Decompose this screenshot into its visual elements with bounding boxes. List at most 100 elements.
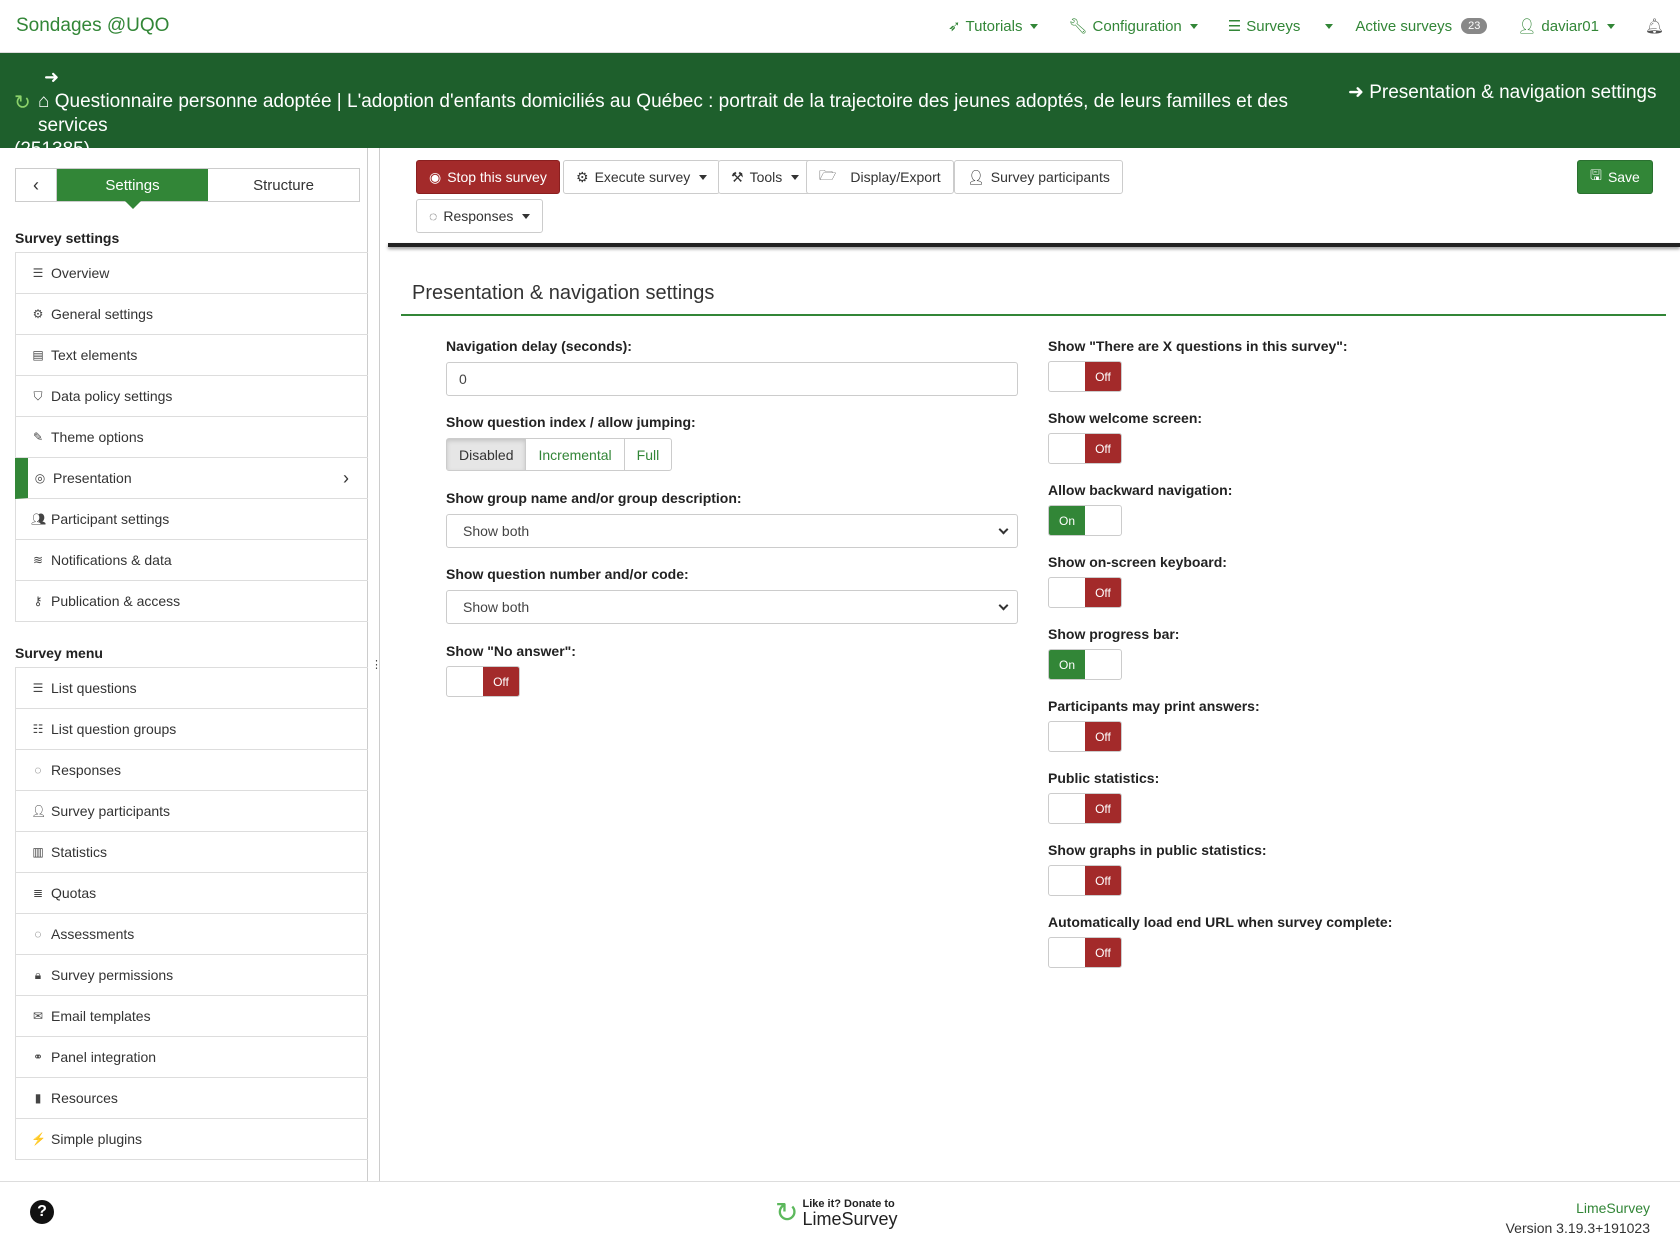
caret-down-icon [1606,23,1615,29]
donate-link[interactable]: ↻ Like it? Donate to LimeSurvey [775,1196,898,1229]
nav-configuration[interactable]: 🔧︎ Configuration [1068,17,1198,35]
version-text: Version 3.19.3+191023 [1505,1220,1650,1236]
sidebar-item-label: Quotas [51,885,97,901]
tools-icon: ⚒ [731,168,744,185]
sidebar-item-list-question-groups[interactable]: ☷ List question groups [15,709,369,750]
question-index-label: Show question index / allow jumping: [446,414,696,430]
group-name-select[interactable]: Show both [446,514,1018,548]
progress-bar-label: Show progress bar: [1048,626,1180,642]
responses-label: Responses [443,208,514,224]
navigation-delay-label: Navigation delay (seconds): [446,338,632,354]
nav-surveys[interactable]: ☰ Surveys [1227,17,1301,36]
chevron-left-icon[interactable]: ‹ [16,169,57,201]
home-icon[interactable]: ⌂ [38,91,49,112]
bell-icon[interactable]: 🔔︎ [1645,17,1664,35]
onscreen-keyboard-toggle[interactable]: Off [1048,577,1122,608]
comments-icon: ◌ [429,208,438,224]
caret-down-icon [1189,23,1198,29]
tab-settings[interactable]: Settings [57,169,208,209]
sidebar-item-statistics[interactable]: ▥ Statistics [15,832,369,873]
execute-survey-button[interactable]: ⚙ Execute survey [563,160,721,194]
sidebar-item-assessments[interactable]: ◌ Assessments [15,914,369,955]
chevron-down-icon [998,524,1009,535]
sidebar-item-data-policy[interactable]: ⛉ Data policy settings [15,376,369,417]
product-link[interactable]: LimeSurvey [1506,1198,1650,1218]
public-statistics-toggle[interactable]: Off [1048,793,1122,824]
chevron-down-icon [998,600,1009,611]
users-icon: 👥︎ [31,512,47,526]
sidebar-item-general-settings[interactable]: ⚙ General settings [15,294,369,335]
list-icon: ☰ [1227,18,1242,35]
sidebar-item-label: Simple plugins [51,1131,143,1147]
public-graphs-toggle[interactable]: Off [1048,865,1122,896]
sidebar-item-list-questions[interactable]: ☰ List questions [15,668,369,709]
sidebar-item-label: Survey permissions [51,967,174,983]
stop-survey-button[interactable]: ◉ Stop this survey [416,160,560,194]
user-icon: 👤︎ [31,804,47,818]
nav-tutorials-label: Tutorials [965,17,1023,35]
survey-title[interactable]: Questionnaire personne adoptée | L'adopt… [38,91,1288,136]
sidebar-item-presentation[interactable]: ◎ Presentation › [15,458,369,499]
display-export-button[interactable]: 🗁 Display/Export [806,160,954,194]
sidebar-item-label: Presentation [53,470,132,486]
lock-icon: 🔒︎ [34,967,42,982]
nav-active-surveys-label: Active surveys [1355,17,1453,35]
caret-down-icon [1325,23,1334,29]
nav-surveys-label: Surveys [1246,17,1301,35]
caret-down-icon [699,174,708,180]
autoload-end-url-label: Automatically load end URL when survey c… [1048,914,1393,930]
sidebar-item-publication[interactable]: ⚷ Publication & access [15,581,369,622]
sidebar-item-resources[interactable]: ▮ Resources [15,1078,369,1119]
sidebar-item-participant-settings[interactable]: 👥︎ Participant settings [15,499,369,540]
toggle-state: Off [1085,722,1121,751]
sidebar-item-label: Email templates [51,1008,151,1024]
tab-structure[interactable]: Structure [208,169,359,201]
question-index-option-incremental[interactable]: Incremental [526,439,625,470]
sidebar-item-responses[interactable]: ◌ Responses [15,750,369,791]
nav-active-surveys[interactable]: Active surveys 23 [1355,17,1488,35]
sidebar-item-survey-participants[interactable]: 👤︎ Survey participants [15,791,369,832]
responses-button[interactable]: ◌ Responses [416,199,544,233]
sidebar-item-label: Assessments [51,926,135,942]
sidebar-item-panel-integration[interactable]: ⚭ Panel integration [15,1037,369,1078]
sidebar-item-survey-permissions[interactable]: 🔒︎ Survey permissions [15,955,369,996]
save-button[interactable]: 🖫 Save [1577,160,1653,194]
sidebar-item-overview[interactable]: ☰ Overview [15,253,369,294]
sidebar-item-notifications[interactable]: ≋ Notifications & data [15,540,369,581]
backward-navigation-toggle[interactable]: On [1048,505,1122,536]
sidebar-item-label: Statistics [51,844,108,860]
toggle-state: On [1049,506,1085,535]
arrow-right-icon[interactable]: ➜ [44,65,59,89]
progress-bar-toggle[interactable]: On [1048,649,1122,680]
sidebar-item-email-templates[interactable]: ✉ Email templates [15,996,369,1037]
sidebar-item-theme-options[interactable]: ✎ Theme options [15,417,369,458]
tools-button[interactable]: ⚒ Tools [718,160,813,194]
welcome-screen-toggle[interactable]: Off [1048,433,1122,464]
nav-tutorials[interactable]: ➶ Tutorials [948,17,1039,35]
x-questions-toggle[interactable]: Off [1048,361,1122,392]
sidebar-resize-handle[interactable]: ⋮ [368,148,382,1181]
caret-down-icon [791,174,800,180]
nav-user[interactable]: 👤︎ daviar01 [1517,17,1615,35]
print-answers-toggle[interactable]: Off [1048,721,1122,752]
sidebar-item-text-elements[interactable]: ▤ Text elements [15,335,369,376]
toggle-state: Off [1085,578,1121,607]
nav-surveys-dropdown[interactable] [1322,23,1334,29]
sidebar-item-label: Text elements [51,347,138,363]
autoload-end-url-toggle[interactable]: Off [1048,937,1122,968]
help-icon[interactable]: ? [30,1200,54,1224]
no-answer-toggle[interactable]: Off [446,666,520,697]
sidebar-item-simple-plugins[interactable]: ⚡ Simple plugins [15,1119,369,1160]
brand-link[interactable]: Sondages @UQO [16,15,169,37]
rss-icon: ≋ [32,553,44,567]
survey-participants-button[interactable]: 👤︎ Survey participants [954,160,1123,194]
sidebar-item-quotas[interactable]: ≣ Quotas [15,873,369,914]
survey-participants-label: Survey participants [990,169,1110,185]
question-number-select[interactable]: Show both [446,590,1018,624]
ellipsis-vertical-icon: ⋮ [371,659,382,671]
question-index-option-disabled[interactable]: Disabled [447,439,527,470]
sidebar-item-label: List question groups [51,721,177,737]
navigation-delay-input[interactable]: 0 [446,362,1018,396]
question-index-option-full[interactable]: Full [625,439,672,470]
sidebar-item-label: Responses [51,762,122,778]
